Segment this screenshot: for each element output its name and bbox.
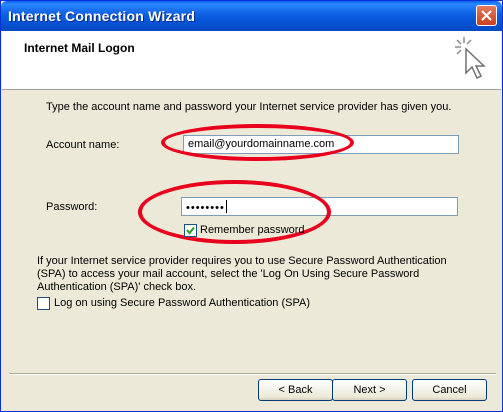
password-value: •••••••• [186,202,225,214]
password-input[interactable]: •••••••• [181,197,458,216]
remember-password-label[interactable]: Remember password [200,224,305,236]
footer-divider [9,373,496,375]
window-title: Internet Connection Wizard [8,8,196,24]
close-icon [481,10,492,21]
spa-checkbox-label[interactable]: Log on using Secure Password Authenticat… [54,297,310,309]
remember-password-checkbox[interactable] [184,224,197,237]
wizard-window: Internet Connection Wizard Internet Mail… [0,0,503,412]
spa-checkbox[interactable] [37,297,50,310]
title-bar[interactable]: Internet Connection Wizard [1,1,502,31]
back-button[interactable]: < Back [258,379,333,401]
page-title: Internet Mail Logon [24,41,135,55]
wizard-content: Type the account name and password your … [1,91,502,371]
wizard-header: Internet Mail Logon [2,31,501,90]
intro-text: Type the account name and password your … [46,101,452,113]
text-caret [225,200,227,213]
next-button[interactable]: Next > [332,379,407,401]
checkmark-icon [186,226,195,235]
cancel-button[interactable]: Cancel [412,379,487,401]
spa-description: If your Internet service provider requir… [37,255,447,293]
close-button[interactable] [476,5,497,26]
wizard-sparkle-icon [455,37,486,80]
account-name-value: email@yourdomainname.com [188,138,335,150]
password-label: Password: [46,201,98,213]
account-name-label: Account name: [46,139,120,151]
account-name-input[interactable]: email@yourdomainname.com [183,135,459,154]
